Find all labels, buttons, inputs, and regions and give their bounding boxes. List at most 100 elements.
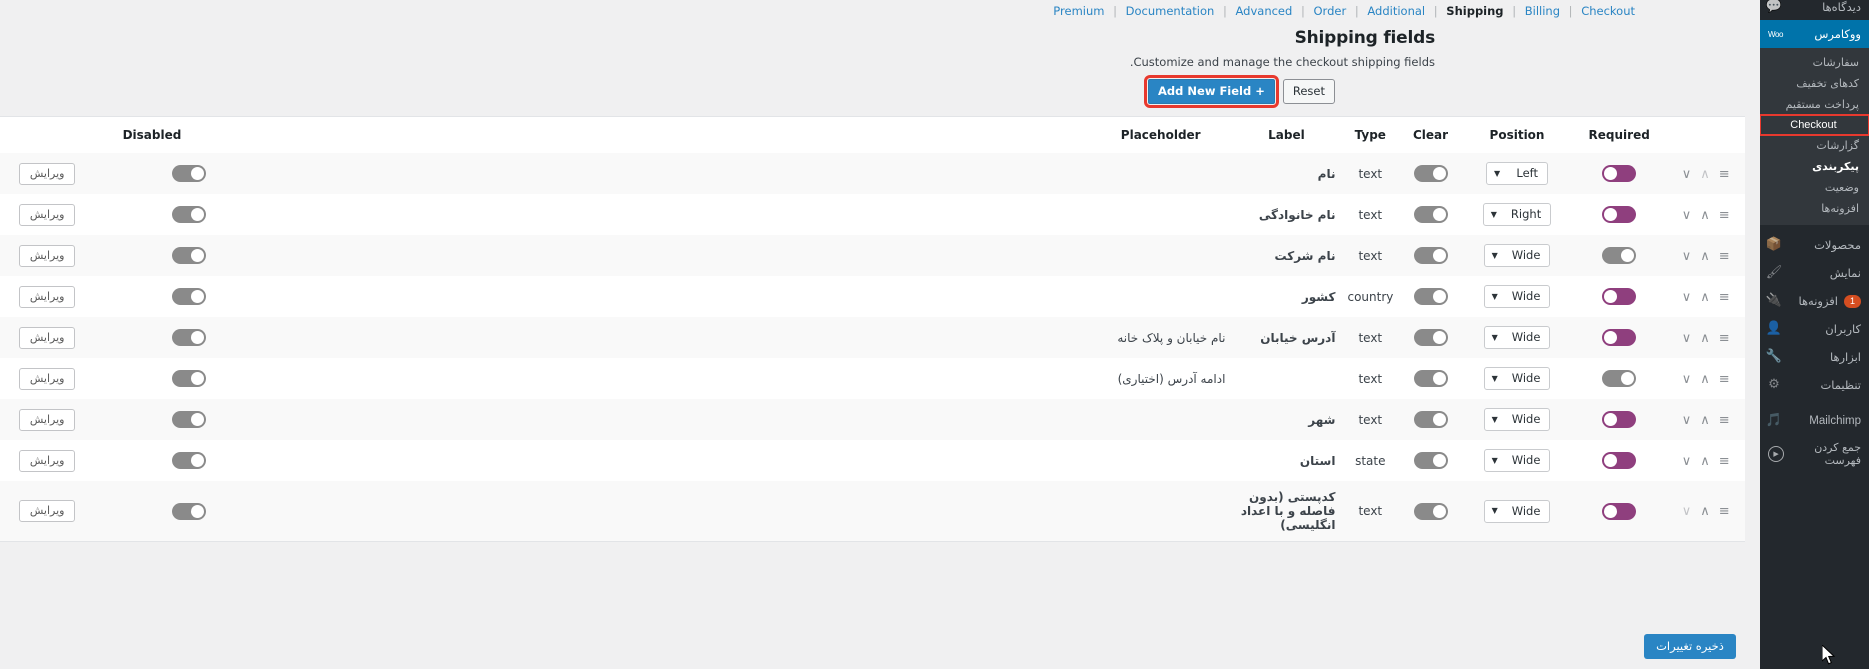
position-select[interactable]: ▼ Wide [1483,326,1551,349]
move-down-icon[interactable]: ∨ [1682,332,1692,345]
required-toggle[interactable] [1602,206,1637,223]
sidebar-item-users[interactable]: کاربران 👤 [1760,315,1869,343]
drag-handle-icon[interactable]: ≡ [1719,168,1730,181]
nav-link-advanced-anchor[interactable]: Advanced [1236,4,1293,18]
submenu-item-coupons[interactable]: کدهای تخفیف [1760,73,1869,94]
clear-toggle[interactable] [1413,165,1448,182]
required-toggle[interactable] [1602,411,1637,428]
drag-handle-icon[interactable]: ≡ [1719,209,1730,222]
required-toggle[interactable] [1602,247,1637,264]
position-select[interactable]: ▼ Left [1486,162,1548,185]
clear-toggle[interactable] [1413,370,1448,387]
clear-toggle[interactable] [1413,411,1448,428]
edit-field-button[interactable]: ویرایش [18,162,76,185]
move-down-icon[interactable]: ∨ [1682,373,1692,386]
disabled-toggle[interactable] [172,288,207,305]
sidebar-item-appearance[interactable]: نمایش 🖌 [1760,259,1869,287]
drag-handle-icon[interactable]: ≡ [1719,414,1730,427]
nav-link-order-anchor[interactable]: Order [1314,4,1347,18]
nav-link-checkout-anchor[interactable]: Checkout [1581,4,1635,18]
move-down-icon[interactable]: ∨ [1682,455,1692,468]
move-up-icon[interactable]: ∧ [1700,373,1710,386]
position-select[interactable]: ▼ Right [1482,203,1552,226]
disabled-toggle[interactable] [172,502,207,520]
disabled-toggle[interactable] [172,329,207,346]
move-up-icon[interactable]: ∧ [1700,168,1710,181]
edit-field-button[interactable]: ویرایش [18,408,76,431]
submenu-item-status[interactable]: وضعیت [1760,177,1869,198]
drag-handle-icon[interactable]: ≡ [1719,455,1730,468]
required-toggle[interactable] [1602,370,1637,387]
sidebar-item-mailchimp[interactable]: Mailchimp 🎵 [1760,407,1869,435]
position-select[interactable]: ▼ Wide [1483,367,1551,390]
move-up-icon[interactable]: ∧ [1700,505,1710,518]
submenu-item-checkout[interactable]: Checkout [1760,114,1869,136]
position-select[interactable]: ▼ Wide [1483,449,1551,472]
clear-toggle[interactable] [1413,206,1448,223]
move-down-icon[interactable]: ∨ [1682,250,1692,263]
move-down-icon[interactable]: ∨ [1682,209,1692,222]
clear-toggle[interactable] [1413,502,1448,520]
edit-field-button[interactable]: ویرایش [18,203,76,226]
submenu-item-settings[interactable]: پیکربندی [1760,156,1869,177]
submenu-item-orders[interactable]: سفارشات [1760,52,1869,73]
nav-link-additional-anchor[interactable]: Additional [1367,4,1425,18]
move-down-icon[interactable]: ∨ [1682,291,1692,304]
move-up-icon[interactable]: ∧ [1700,209,1710,222]
sidebar-item-comments[interactable]: دیدگاه‌ها 💬 [1760,0,1869,20]
required-toggle[interactable] [1602,165,1637,182]
move-down-icon[interactable]: ∨ [1682,414,1692,427]
required-toggle[interactable] [1602,452,1637,469]
drag-handle-icon[interactable]: ≡ [1719,373,1730,386]
edit-field-button[interactable]: ویرایش [18,326,76,349]
submenu-item-direct-payment[interactable]: پرداخت مستقیم [1760,94,1869,115]
disabled-toggle[interactable] [172,247,207,264]
move-up-icon[interactable]: ∧ [1700,332,1710,345]
disabled-toggle[interactable] [172,206,207,223]
move-down-icon[interactable]: ∨ [1682,168,1692,181]
position-select[interactable]: ▼ Wide [1483,244,1551,267]
disabled-toggle[interactable] [172,165,207,182]
drag-handle-icon[interactable]: ≡ [1719,505,1730,518]
nav-link-billing-anchor[interactable]: Billing [1525,4,1560,18]
submenu-item-extensions[interactable]: افزونه‌ها [1760,198,1869,219]
edit-field-button[interactable]: ویرایش [18,367,76,390]
move-up-icon[interactable]: ∧ [1700,291,1710,304]
required-toggle[interactable] [1602,288,1637,305]
reset-button[interactable]: Reset [1282,79,1335,104]
edit-field-button[interactable]: ویرایش [18,449,76,472]
disabled-toggle[interactable] [172,370,207,387]
move-up-icon[interactable]: ∧ [1700,414,1710,427]
nav-link-documentation-anchor[interactable]: Documentation [1126,4,1215,18]
disabled-toggle[interactable] [172,411,207,428]
edit-field-button[interactable]: ویرایش [18,500,76,522]
add-new-field-button[interactable]: Add New Field + [1144,75,1279,108]
disabled-toggle[interactable] [172,452,207,469]
sidebar-item-products[interactable]: محصولات 📦 [1760,231,1869,259]
required-toggle[interactable] [1602,329,1637,346]
submenu-item-reports[interactable]: گزارشات [1760,135,1869,156]
collapse-menu-button[interactable]: جمع کردن فهرست ▶ [1760,435,1869,473]
sidebar-item-plugins[interactable]: 1 افزونه‌ها 🔌 [1760,287,1869,315]
clear-toggle[interactable] [1413,247,1448,264]
clear-toggle[interactable] [1413,288,1448,305]
nav-link-premium-anchor[interactable]: Premium [1053,4,1104,18]
drag-handle-icon[interactable]: ≡ [1719,250,1730,263]
move-up-icon[interactable]: ∧ [1700,250,1710,263]
save-changes-button[interactable]: ذخیره تغییرات [1644,634,1736,659]
move-down-icon[interactable]: ∨ [1682,505,1692,518]
position-select[interactable]: ▼ Wide [1483,408,1551,431]
drag-handle-icon[interactable]: ≡ [1719,291,1730,304]
position-select[interactable]: ▼ Wide [1483,499,1551,523]
clear-toggle[interactable] [1413,452,1448,469]
move-up-icon[interactable]: ∧ [1700,455,1710,468]
edit-field-button[interactable]: ویرایش [18,285,76,308]
sidebar-item-settings[interactable]: تنظیمات ⚙ [1760,371,1869,399]
edit-field-button[interactable]: ویرایش [18,244,76,267]
sidebar-item-woocommerce[interactable]: ووکامرس Woo [1760,20,1869,48]
required-toggle[interactable] [1602,502,1637,520]
sidebar-item-tools[interactable]: ابزارها 🔧 [1760,343,1869,371]
position-select[interactable]: ▼ Wide [1483,285,1551,308]
drag-handle-icon[interactable]: ≡ [1719,332,1730,345]
nav-link-shipping-anchor[interactable]: Shipping [1446,4,1503,18]
